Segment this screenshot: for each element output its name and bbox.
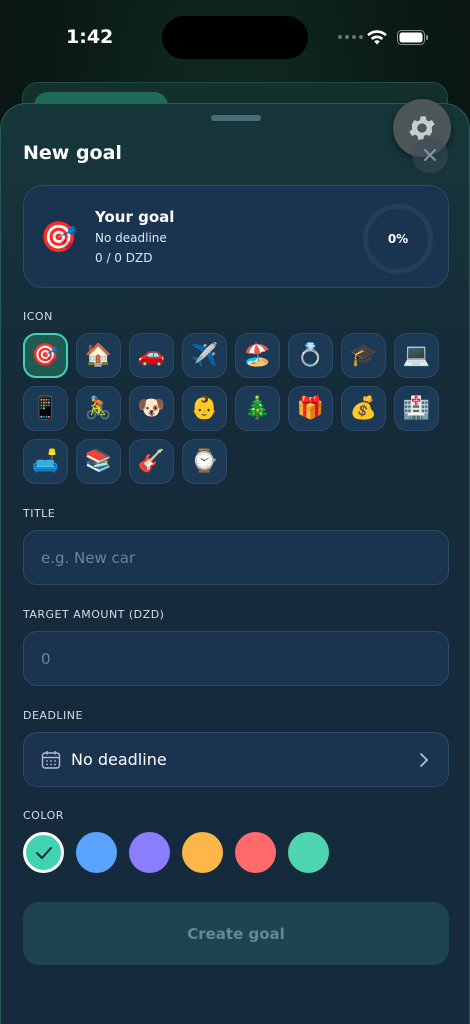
preview-goal-name: Your goal xyxy=(95,208,175,226)
icon-option[interactable]: 🏥 xyxy=(394,386,439,431)
icon-option[interactable]: 🎯 xyxy=(23,333,68,378)
icon-option[interactable]: 💰 xyxy=(341,386,386,431)
color-swatch[interactable] xyxy=(288,832,329,873)
deadline-value: No deadline xyxy=(71,750,167,769)
cellular-signal-icon xyxy=(338,35,363,39)
deadline-picker[interactable]: No deadline xyxy=(23,732,449,787)
status-bar: 1:42 xyxy=(0,0,470,80)
icon-option[interactable]: 🏠 xyxy=(76,333,121,378)
icon-option[interactable]: 🏖️ xyxy=(235,333,280,378)
icon-option[interactable]: 🎄 xyxy=(235,386,280,431)
icon-option[interactable]: ✈️ xyxy=(182,333,227,378)
color-swatch[interactable] xyxy=(23,832,64,873)
preview-target-icon: 🎯 xyxy=(40,220,78,255)
color-swatch[interactable] xyxy=(129,832,170,873)
color-swatch[interactable] xyxy=(182,832,223,873)
icon-option[interactable]: 🎓 xyxy=(341,333,386,378)
icon-option[interactable]: 🎸 xyxy=(129,439,174,484)
amount-field-label: TARGET AMOUNT (DZD) xyxy=(23,608,165,621)
status-time: 1:42 xyxy=(66,26,114,48)
color-picker-row xyxy=(23,832,329,873)
progress-percent: 0% xyxy=(387,232,409,246)
close-button[interactable] xyxy=(412,137,448,173)
screen: 1:42 New goal 🎯 Your goal No deadline 0 … xyxy=(0,0,470,1024)
title-input[interactable] xyxy=(24,531,448,584)
icon-option[interactable]: 🚴 xyxy=(76,386,121,431)
color-swatch[interactable] xyxy=(235,832,276,873)
icon-option[interactable]: 💻 xyxy=(394,333,439,378)
icon-option[interactable]: ⌚ xyxy=(182,439,227,484)
color-swatch[interactable] xyxy=(76,832,117,873)
icon-section-label: ICON xyxy=(23,310,53,323)
icon-option[interactable]: 🚗 xyxy=(129,333,174,378)
icon-option[interactable]: 💍 xyxy=(288,333,333,378)
target-amount-input[interactable] xyxy=(24,632,448,685)
sheet-grabber[interactable] xyxy=(211,115,261,121)
create-goal-button[interactable]: Create goal xyxy=(23,902,449,965)
icon-option[interactable]: 🐶 xyxy=(129,386,174,431)
calendar-icon xyxy=(41,750,61,769)
preview-deadline: No deadline xyxy=(95,231,167,245)
wifi-icon xyxy=(367,30,387,45)
icon-option[interactable]: 🛋️ xyxy=(23,439,68,484)
battery-icon xyxy=(397,30,428,45)
checkmark-icon xyxy=(35,846,52,859)
icon-option[interactable]: 📱 xyxy=(23,386,68,431)
icon-option[interactable]: 📚 xyxy=(76,439,121,484)
color-section-label: COLOR xyxy=(23,809,64,822)
deadline-field-label: DEADLINE xyxy=(23,709,83,722)
title-field-label: TITLE xyxy=(23,507,56,520)
close-icon xyxy=(424,149,436,161)
icon-option[interactable]: 👶 xyxy=(182,386,227,431)
chevron-right-icon xyxy=(420,752,428,767)
icon-picker-grid: 🎯 🏠 🚗 ✈️ 🏖️ 💍 🎓 💻 📱 🚴 🐶 👶 🎄 🎁 💰 🏥 🛋️ 📚 🎸 ⌚ xyxy=(23,333,453,484)
title-field-container xyxy=(23,530,449,585)
preview-amount: 0 / 0 DZD xyxy=(95,251,153,265)
dynamic-island xyxy=(162,16,308,59)
sheet-title: New goal xyxy=(23,142,122,164)
progress-ring: 0% xyxy=(363,204,433,274)
icon-option[interactable]: 🎁 xyxy=(288,386,333,431)
amount-field-container xyxy=(23,631,449,686)
